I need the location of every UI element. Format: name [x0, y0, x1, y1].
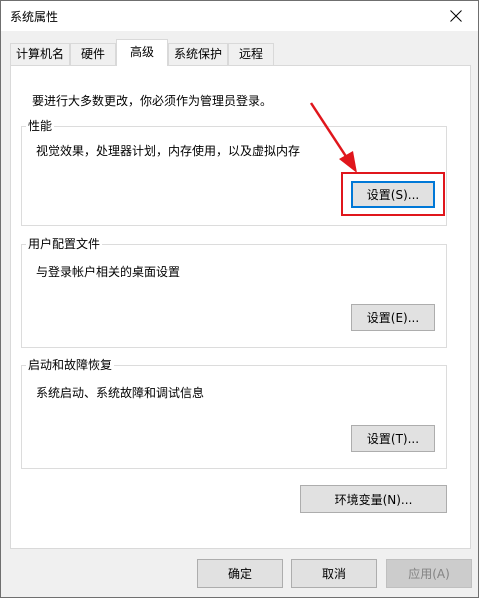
- cancel-button[interactable]: 取消: [291, 559, 377, 588]
- tab-advanced[interactable]: 高级: [116, 39, 168, 66]
- close-icon: [450, 10, 462, 22]
- tab-computer-name[interactable]: 计算机名: [10, 43, 70, 65]
- highlight-box: [341, 172, 445, 216]
- startup-recovery-description: 系统启动、系统故障和调试信息: [36, 386, 205, 400]
- red-arrow-icon: [309, 102, 357, 173]
- environment-variables-button[interactable]: 环境变量(N)...: [300, 485, 447, 513]
- ok-button[interactable]: 确定: [197, 559, 283, 588]
- tab-system-protection[interactable]: 系统保护: [168, 43, 228, 65]
- window-title: 系统属性: [10, 10, 59, 24]
- startup-recovery-group: 启动和故障恢复 系统启动、系统故障和调试信息: [21, 357, 447, 469]
- system-properties-window: 系统属性 计算机名 硬件 高级 系统保护 远程 要进行大多数更改，你必须作为管理…: [0, 0, 479, 598]
- title-bar[interactable]: 系统属性: [1, 1, 478, 31]
- user-profiles-description: 与登录帐户相关的桌面设置: [36, 265, 181, 279]
- startup-recovery-group-title: 启动和故障恢复: [26, 357, 115, 373]
- user-profiles-settings-button[interactable]: 设置(E)...: [351, 304, 435, 331]
- tab-hardware[interactable]: 硬件: [70, 43, 116, 65]
- tab-remote[interactable]: 远程: [228, 43, 274, 65]
- close-button[interactable]: [434, 1, 478, 31]
- performance-group-title: 性能: [26, 118, 55, 134]
- startup-recovery-settings-button[interactable]: 设置(T)...: [351, 425, 435, 452]
- user-profiles-group-title: 用户配置文件: [26, 236, 103, 252]
- apply-button[interactable]: 应用(A): [386, 559, 472, 588]
- user-profiles-group: 用户配置文件 与登录帐户相关的桌面设置: [21, 236, 447, 348]
- performance-description: 视觉效果，处理器计划，内存使用，以及虚拟内存: [36, 144, 301, 158]
- admin-notice: 要进行大多数更改，你必须作为管理员登录。: [32, 94, 273, 108]
